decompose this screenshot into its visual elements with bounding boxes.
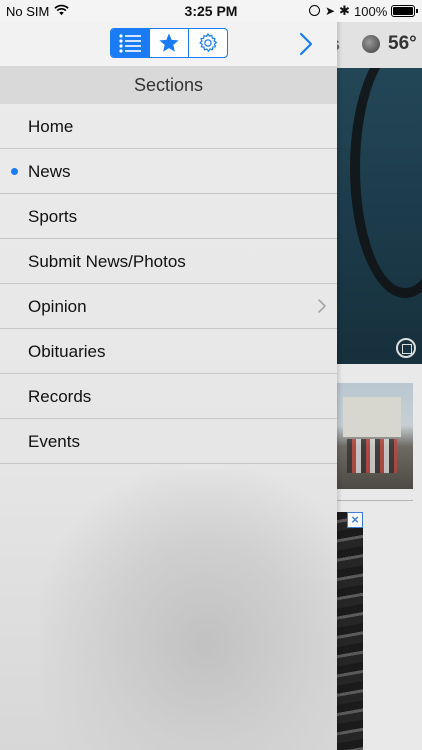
menu-item-label: Events — [28, 432, 80, 451]
tab-sections[interactable] — [111, 29, 150, 57]
selected-indicator-icon — [11, 168, 18, 175]
menu-item-events[interactable]: Events — [0, 419, 337, 464]
menu-item-label: Obituaries — [28, 342, 106, 361]
tab-favorites[interactable] — [150, 29, 189, 57]
forward-button[interactable] — [296, 31, 316, 57]
menu-item-label: News — [28, 162, 71, 181]
ad-banner[interactable] — [337, 512, 363, 750]
menu-item-label: Home — [28, 117, 74, 136]
list-icon — [119, 34, 141, 53]
menu-item-news[interactable]: News — [0, 149, 337, 194]
chevron-right-icon — [299, 32, 313, 56]
article-thumbnail[interactable] — [337, 383, 413, 489]
ad-close-icon[interactable]: × — [347, 512, 363, 528]
orientation-lock-icon — [309, 5, 320, 16]
menu-item-label: Submit News/Photos — [28, 252, 186, 271]
chevron-right-icon — [318, 299, 326, 313]
bluetooth-icon: ✱ — [339, 3, 350, 18]
location-arrow-icon: ➤ — [325, 4, 336, 18]
menu-item-home[interactable]: Home — [0, 104, 337, 149]
battery-icon — [391, 5, 418, 17]
moon-weather-icon — [362, 35, 380, 53]
divider — [337, 500, 413, 501]
star-icon — [159, 33, 179, 52]
menu-item-obituaries[interactable]: Obituaries — [0, 329, 337, 374]
temperature-label: 56° — [388, 33, 417, 54]
menu-item-submit-news-photos[interactable]: Submit News/Photos — [0, 239, 337, 284]
menu-item-records[interactable]: Records — [0, 374, 337, 419]
view-segmented-control — [110, 28, 228, 58]
battery-percent: 100% — [354, 4, 388, 19]
menu-item-sports[interactable]: Sports — [0, 194, 337, 239]
sections-menu: Home News Sports Submit News/Photos Opin… — [0, 104, 337, 464]
sections-title: Sections — [0, 66, 337, 104]
menu-item-opinion[interactable]: Opinion — [0, 284, 337, 329]
status-bar: No SIM 3:25 PM ➤ ✱ 100% — [0, 0, 422, 22]
menu-item-label: Records — [28, 387, 92, 406]
drawer-toolbar — [0, 22, 337, 66]
gallery-icon[interactable] — [396, 338, 416, 358]
menu-item-label: Opinion — [28, 297, 87, 316]
gear-icon — [199, 33, 218, 52]
tab-settings[interactable] — [189, 29, 227, 57]
sections-drawer: Sections Home News Sports Submit News/Ph… — [0, 0, 337, 750]
menu-item-label: Sports — [28, 207, 78, 226]
